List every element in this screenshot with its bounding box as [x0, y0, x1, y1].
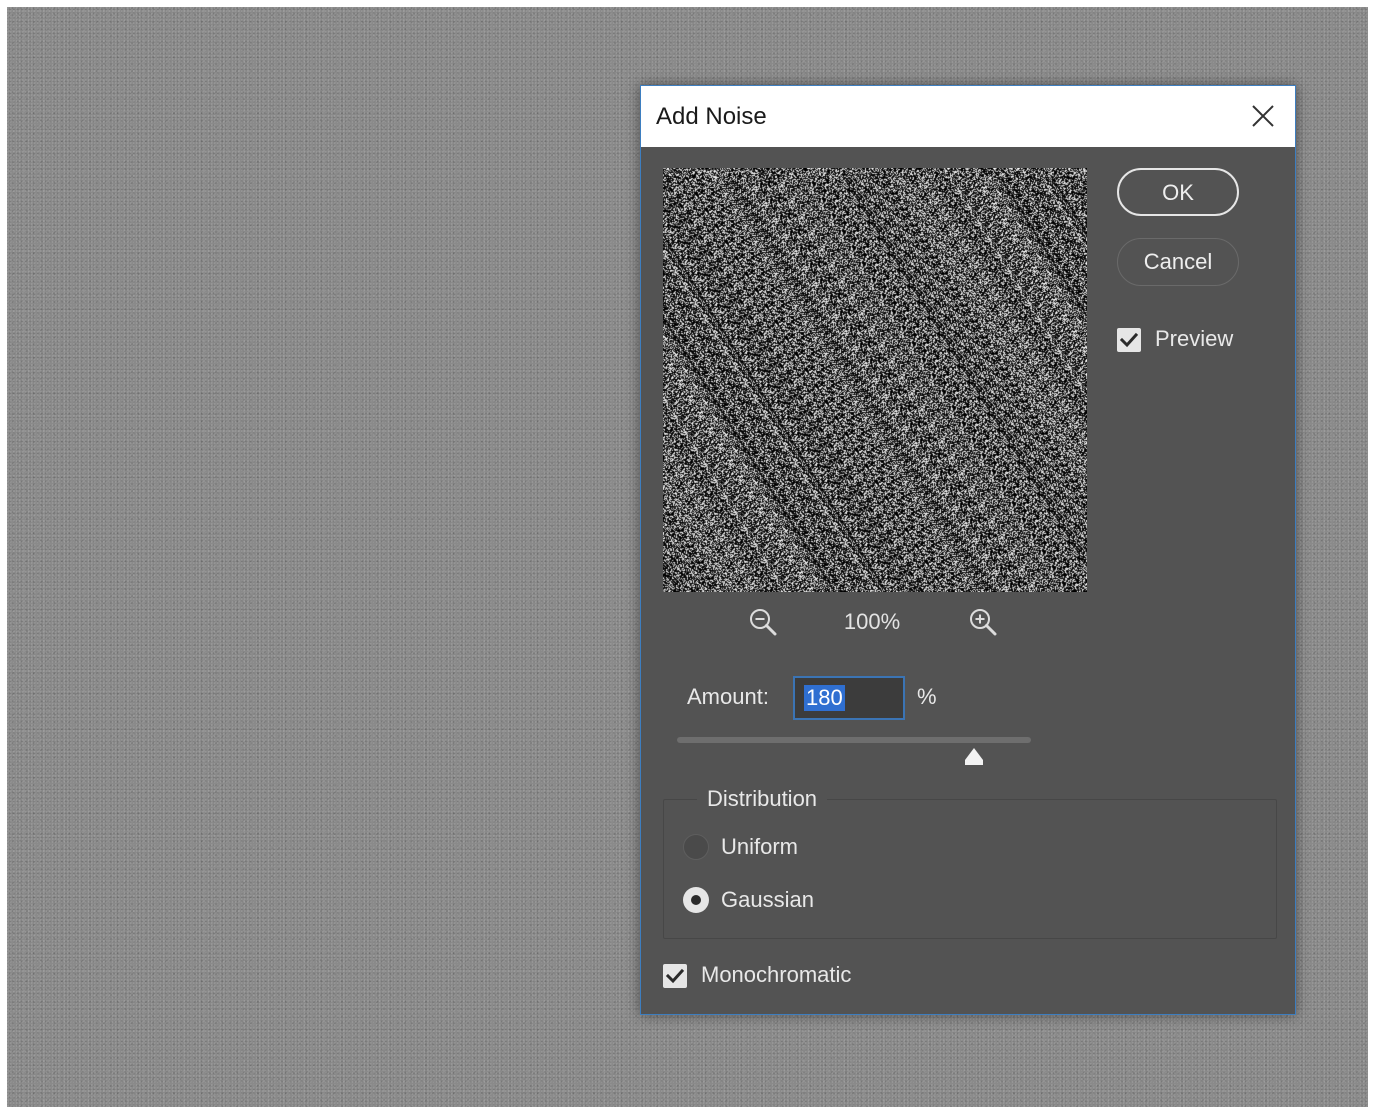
monochromatic-checkbox[interactable]: [663, 964, 687, 988]
amount-value: 180: [804, 685, 845, 711]
noise-preview-pane[interactable]: [663, 168, 1087, 592]
checkmark-icon: [1119, 332, 1139, 348]
ok-button[interactable]: OK: [1117, 168, 1239, 216]
gaussian-label: Gaussian: [721, 887, 814, 912]
preview-label: Preview: [1155, 326, 1234, 351]
distribution-title: Distribution: [697, 786, 828, 812]
amount-label: Amount:: [687, 684, 769, 709]
close-icon: [1252, 105, 1274, 127]
radio-selected-dot: [691, 895, 701, 905]
amount-slider-thumb[interactable]: [963, 746, 985, 766]
preview-checkbox[interactable]: [1117, 328, 1141, 352]
dialog-titlebar: Add Noise: [641, 86, 1295, 147]
amount-slider-track[interactable]: [677, 737, 1031, 743]
noise-preview-image: [663, 168, 1087, 592]
distribution-group: [663, 799, 1277, 939]
add-noise-dialog: Add Noise 100% OK Cancel Preview Amount:…: [640, 85, 1296, 1015]
uniform-radio[interactable]: [683, 834, 709, 860]
cancel-button[interactable]: Cancel: [1117, 238, 1239, 286]
close-button[interactable]: [1245, 98, 1281, 134]
checkmark-icon: [665, 968, 685, 984]
zoom-out-icon: [750, 609, 777, 636]
gaussian-radio[interactable]: [683, 887, 709, 913]
uniform-label: Uniform: [721, 834, 799, 859]
zoom-level: 100%: [843, 609, 901, 634]
zoom-in-button[interactable]: [967, 606, 999, 638]
zoom-in-icon: [970, 609, 997, 636]
zoom-out-button[interactable]: [747, 606, 779, 638]
monochromatic-label: Monochromatic: [701, 962, 852, 987]
dialog-title: Add Noise: [656, 103, 767, 130]
amount-unit: %: [917, 684, 937, 709]
triangle-up-icon: [965, 748, 983, 765]
amount-input[interactable]: 180: [793, 676, 905, 720]
